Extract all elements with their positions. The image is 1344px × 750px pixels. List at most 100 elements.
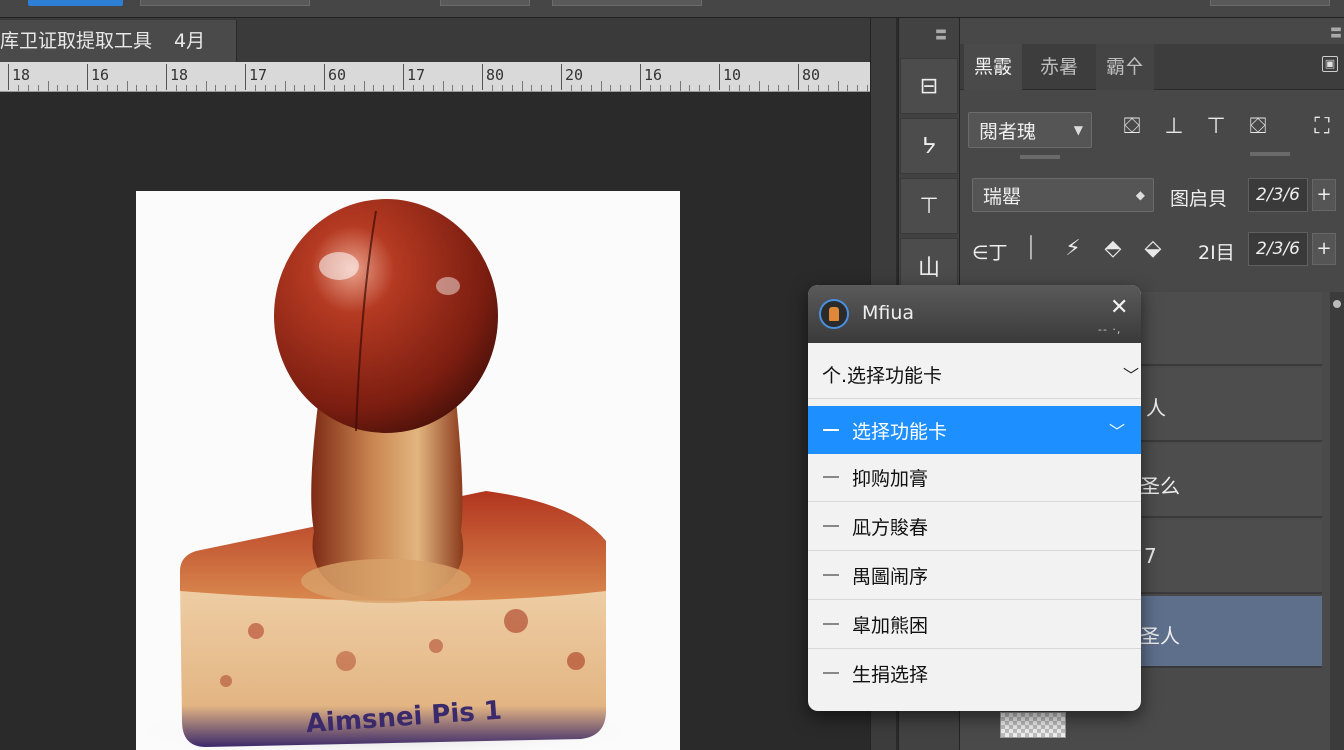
ruler-minor-tick — [412, 85, 414, 91]
ruler-minor-tick — [383, 85, 385, 91]
ruler-minor-tick — [47, 81, 49, 91]
blend-mode-dropdown[interactable]: 瑞罌 ◆ — [972, 178, 1154, 212]
ruler-minor-tick — [343, 85, 345, 91]
ruler-minor-tick — [17, 85, 19, 91]
lock-label: ∈丁 — [972, 242, 1008, 264]
ruler-minor-tick — [254, 85, 256, 91]
options-field[interactable] — [140, 0, 310, 6]
ruler-minor-tick — [57, 85, 59, 91]
align-top-icon[interactable]: ⊤ — [1202, 114, 1230, 139]
blend-mode-label: 瑞罌 — [983, 185, 1022, 208]
panel-tab-1[interactable]: 黑霰 — [964, 44, 1023, 90]
ruler-label: 80 — [802, 66, 821, 84]
grip-icon[interactable]: 〓 — [935, 26, 947, 43]
ruler-minor-tick — [689, 85, 691, 91]
ruler-minor-tick — [738, 85, 740, 91]
panel-tab-2[interactable]: 赤暑 — [1030, 44, 1088, 90]
options-field[interactable] — [552, 0, 702, 6]
ruler-label: 18 — [170, 66, 189, 84]
ruler-minor-tick — [274, 85, 276, 91]
ruler-major-tick — [640, 64, 641, 90]
layer-name: 人 — [1146, 396, 1166, 420]
ruler-minor-tick — [215, 85, 217, 91]
ruler-major-tick — [8, 64, 9, 90]
document-image[interactable]: Aimsnei Pis 1 — [136, 191, 680, 750]
ruler-minor-tick — [156, 85, 158, 91]
dash-icon — [823, 525, 839, 527]
ruler-minor-tick — [333, 85, 335, 91]
ruler-minor-tick — [442, 81, 444, 91]
preset-slider[interactable] — [1020, 155, 1060, 159]
ruler-major-tick — [561, 64, 562, 90]
ruler-minor-tick — [531, 85, 533, 91]
function-popup: Mfiua ✕ -- ·, 个.选择功能卡 ﹀ 选择功能卡 ﹀ 抑购加膏 凪方賐… — [808, 285, 1141, 711]
panel-menu-icon[interactable]: ▣ — [1322, 56, 1338, 72]
ruler-major-tick — [798, 64, 799, 90]
ruler-minor-tick — [620, 85, 622, 91]
popup-select-header[interactable]: 个.选择功能卡 ﹀ — [808, 350, 1141, 399]
document-title: 库卫证取提取工具 — [0, 30, 153, 52]
ruler-minor-tick — [491, 85, 493, 91]
preset-dropdown[interactable]: 閱者瑰 ▼ — [968, 112, 1092, 148]
fill-label: 2Ⅰ目 — [1198, 242, 1235, 264]
ruler-major-tick — [245, 64, 246, 90]
document-tab[interactable]: 库卫证取提取工具 4月 — [0, 20, 237, 62]
layer-name: 圣么 — [1140, 474, 1180, 498]
align-slider[interactable] — [1250, 152, 1290, 156]
ruler-minor-tick — [67, 85, 69, 91]
options-field[interactable] — [440, 0, 530, 6]
dash-icon — [823, 574, 839, 576]
lock-pixels-icon[interactable]: ⏐ — [1018, 236, 1044, 261]
ruler-label: 60 — [328, 66, 347, 84]
layers-scrollbar[interactable] — [1330, 292, 1344, 750]
popup-item-label: 抑购加膏 — [852, 467, 929, 490]
ruler-major-tick — [166, 64, 167, 90]
popup-subtitle: -- ·, — [1098, 323, 1122, 336]
opacity-label: 图启貝 — [1170, 188, 1228, 210]
popup-item-selected[interactable]: 选择功能卡 ﹀ — [808, 406, 1141, 454]
popup-item[interactable]: 抑购加膏 — [808, 453, 1141, 502]
lock-position-icon[interactable]: ⬘ — [1100, 236, 1126, 261]
popup-item[interactable]: 皐加熊困 — [808, 600, 1141, 649]
ruler-minor-tick — [96, 85, 98, 91]
grip-icon[interactable]: 〓 — [1330, 24, 1342, 41]
popup-title: Mfiua — [862, 302, 915, 324]
align-center-icon[interactable]: ⛋ — [1244, 114, 1272, 139]
fill-plus-button[interactable]: + — [1312, 233, 1336, 265]
panel-tab-3[interactable]: 霸㐃 — [1096, 44, 1155, 90]
popup-item-label: 禺圖闹序 — [852, 565, 929, 588]
ruler-major-tick — [324, 64, 325, 90]
preset-dropdown-label: 閱者瑰 — [979, 120, 1037, 143]
opacity-plus-button[interactable]: + — [1312, 179, 1336, 211]
ruler-minor-tick — [27, 85, 29, 91]
ruler-minor-tick — [452, 85, 454, 91]
scrollbar-thumb[interactable] — [1333, 300, 1341, 308]
ruler-minor-tick — [432, 85, 434, 91]
options-field[interactable] — [1210, 0, 1330, 6]
popup-item[interactable]: 禺圖闹序 — [808, 551, 1141, 600]
distribute-icon[interactable]: ⛶ — [1308, 114, 1336, 139]
crop-icon[interactable]: ⊤ — [900, 178, 958, 234]
lock-brush-icon[interactable]: ⚡ — [1060, 236, 1086, 261]
ruler-minor-tick — [373, 85, 375, 91]
ruler-minor-tick — [422, 85, 424, 91]
ruler-minor-tick — [472, 85, 474, 91]
align-bottom-icon[interactable]: ⊥ — [1160, 114, 1188, 139]
lasso-icon[interactable]: ᔭ — [900, 118, 958, 174]
fill-value[interactable]: 2/3/6 — [1248, 232, 1308, 266]
lock-all-icon[interactable]: ⬙ — [1140, 236, 1166, 261]
layer-name: 圣人 — [1140, 624, 1180, 648]
layer-thumbnail[interactable] — [1000, 712, 1066, 738]
ruler-minor-tick — [205, 81, 207, 91]
close-icon[interactable]: ✕ — [1110, 295, 1128, 320]
align-left-icon[interactable]: ⛋ — [1118, 114, 1146, 139]
popup-item[interactable]: 凪方賐春 — [808, 502, 1141, 551]
popup-item-label: 生捐选择 — [852, 663, 929, 686]
ruler-major-tick — [87, 64, 88, 90]
opacity-value[interactable]: 2/3/6 — [1248, 178, 1308, 212]
grid-icon[interactable]: ⊟ — [900, 58, 958, 114]
ruler-minor-tick — [185, 85, 187, 91]
popup-item[interactable]: 生捐选择 — [808, 649, 1141, 697]
horizontal-ruler[interactable]: 18 16 18 17 60 17 80 20 16 10 80 — [0, 62, 870, 92]
active-tool-button[interactable] — [28, 0, 123, 6]
